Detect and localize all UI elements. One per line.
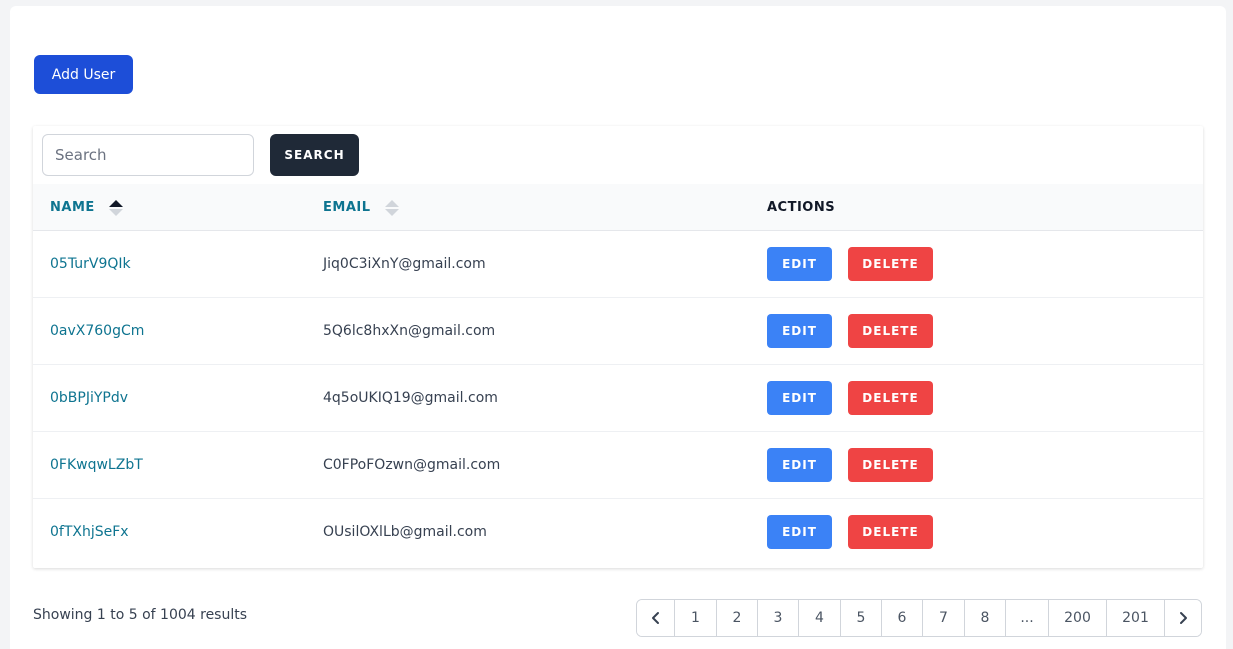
page-button[interactable]: 8 [965, 600, 1006, 636]
column-header-actions: ACTIONS [767, 184, 835, 231]
table-row: 0avX760gCm 5Q6lc8hxXn@gmail.com EDIT DEL… [33, 298, 1203, 365]
page-ellipsis: ... [1006, 600, 1049, 636]
chevron-right-icon [1180, 612, 1187, 624]
search-button[interactable]: SEARCH [270, 134, 359, 176]
user-name-link[interactable]: 0bBPJiYPdv [50, 365, 128, 431]
next-page-button[interactable] [1165, 600, 1201, 636]
edit-button[interactable]: EDIT [767, 247, 832, 281]
user-email: OUsilOXlLb@gmail.com [323, 524, 487, 540]
table-row: 0fTXhjSeFx OUsilOXlLb@gmail.com EDIT DEL… [33, 499, 1203, 566]
page-button[interactable]: 7 [923, 600, 965, 636]
add-user-button[interactable]: Add User [34, 55, 133, 94]
user-name-link[interactable]: 0avX760gCm [50, 298, 144, 364]
column-header-actions-label: ACTIONS [767, 200, 836, 215]
user-email: 4q5oUKIQ19@gmail.com [323, 390, 498, 406]
page-button[interactable]: 4 [799, 600, 841, 636]
column-header-email[interactable]: EMAIL [323, 184, 399, 231]
table-row: 0bBPJiYPdv 4q5oUKIQ19@gmail.com EDIT DEL… [33, 365, 1203, 432]
user-email: Jiq0C3iXnY@gmail.com [323, 256, 486, 272]
users-table-panel: SEARCH NAME EMAIL ACTIONS 05TurV9QIk Jiq… [33, 126, 1203, 568]
page-button[interactable]: 6 [882, 600, 923, 636]
edit-button[interactable]: EDIT [767, 448, 832, 482]
user-name-link[interactable]: 0FKwqwLZbT [50, 432, 143, 498]
page-button[interactable]: 200 [1049, 600, 1107, 636]
delete-button[interactable]: DELETE [848, 247, 933, 281]
edit-button[interactable]: EDIT [767, 314, 832, 348]
page-button[interactable]: 2 [717, 600, 758, 636]
results-summary: Showing 1 to 5 of 1004 results [33, 607, 248, 623]
table-row: 05TurV9QIk Jiq0C3iXnY@gmail.com EDIT DEL… [33, 231, 1203, 298]
page-button[interactable]: 3 [758, 600, 799, 636]
column-header-email-label: EMAIL [323, 200, 371, 215]
content-card: Add User SEARCH NAME EMAIL ACTIONS 05Tur [10, 6, 1226, 649]
search-input[interactable] [42, 134, 254, 176]
page-button[interactable]: 5 [841, 600, 882, 636]
table-row: 0FKwqwLZbT C0FPoFOzwn@gmail.com EDIT DEL… [33, 432, 1203, 499]
page-button[interactable]: 201 [1107, 600, 1165, 636]
delete-button[interactable]: DELETE [848, 381, 933, 415]
user-email: C0FPoFOzwn@gmail.com [323, 457, 501, 473]
pagination: 1 2 3 4 5 6 7 8 ... 200 201 [636, 599, 1202, 637]
page-button[interactable]: 1 [675, 600, 717, 636]
chevron-left-icon [651, 612, 659, 624]
user-name-link[interactable]: 0fTXhjSeFx [50, 499, 129, 565]
edit-button[interactable]: EDIT [767, 381, 832, 415]
table-header: NAME EMAIL ACTIONS [33, 184, 1203, 231]
sort-icon[interactable] [384, 199, 399, 216]
delete-button[interactable]: DELETE [848, 448, 933, 482]
edit-button[interactable]: EDIT [767, 515, 832, 549]
column-header-name-label: NAME [50, 200, 95, 215]
user-name-link[interactable]: 05TurV9QIk [50, 231, 131, 297]
prev-page-button[interactable] [637, 600, 675, 636]
user-email: 5Q6lc8hxXn@gmail.com [323, 323, 496, 339]
column-header-name[interactable]: NAME [50, 184, 123, 231]
delete-button[interactable]: DELETE [848, 515, 933, 549]
delete-button[interactable]: DELETE [848, 314, 933, 348]
sort-asc-icon[interactable] [108, 199, 123, 216]
